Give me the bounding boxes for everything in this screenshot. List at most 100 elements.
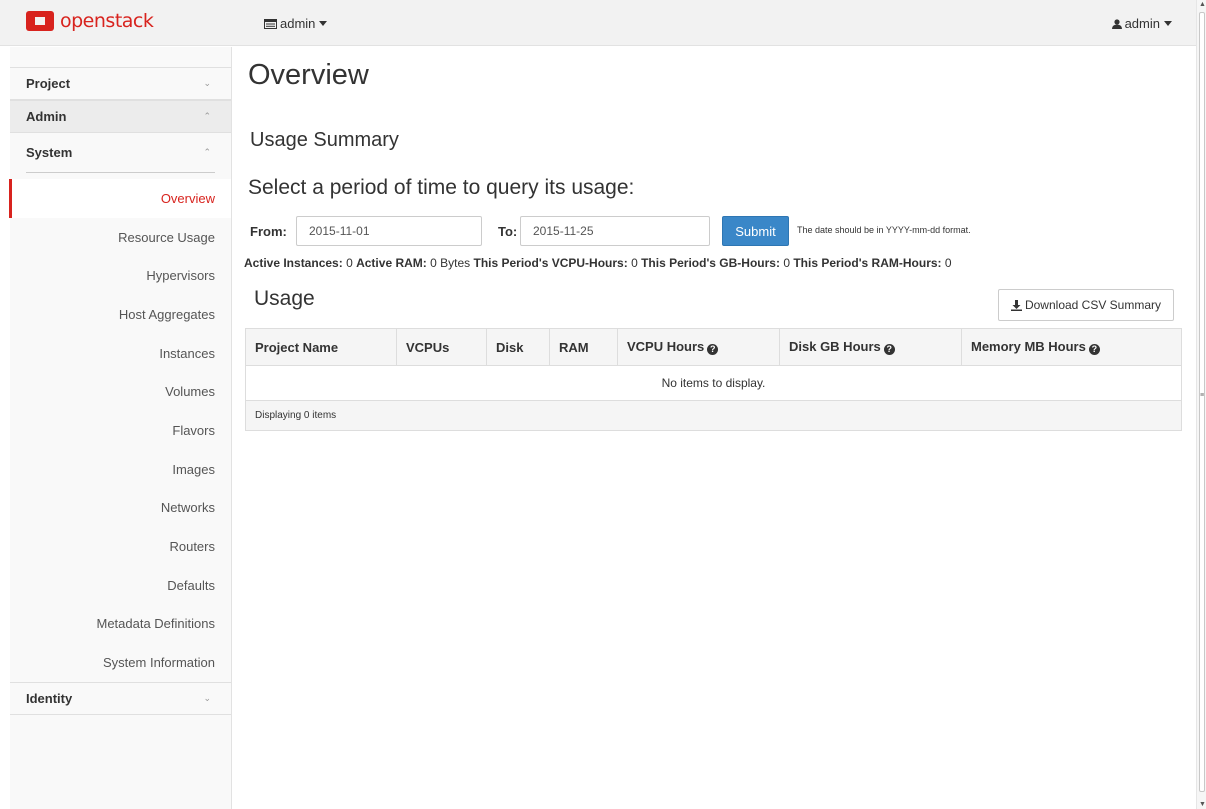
user-icon: [1111, 18, 1122, 29]
caret-down-icon: [1164, 21, 1172, 26]
openstack-logo-icon: [26, 11, 54, 31]
caret-down-icon: [319, 21, 328, 26]
sidebar-item-flavors[interactable]: Flavors: [10, 411, 231, 450]
ram-hours-label: This Period's RAM-Hours:: [793, 256, 942, 270]
to-label: To:: [498, 224, 518, 239]
ram-hours-value: 0: [944, 256, 952, 270]
from-label: From:: [250, 224, 287, 239]
sidebar-item-label: Hypervisors: [146, 268, 215, 284]
user-menu[interactable]: admin: [1111, 16, 1172, 31]
to-date-input[interactable]: [520, 216, 710, 246]
question-circle-icon[interactable]: ?: [707, 344, 719, 355]
chevron-down-icon: ⌄: [203, 692, 211, 703]
project-switcher-label: admin: [280, 16, 316, 31]
table-footer-count: Displaying 0 items: [245, 400, 1182, 431]
sidebar-item-label: Defaults: [167, 577, 215, 593]
gb-hours-value: 0: [783, 256, 790, 270]
top-navbar: openstack admin admin: [0, 0, 1196, 46]
list-icon: [264, 18, 277, 29]
scrollbar-thumb[interactable]: [1199, 12, 1205, 792]
column-header-project-name[interactable]: Project Name: [245, 328, 397, 366]
chevron-down-icon: ⌄: [203, 78, 211, 88]
sidebar-section-project[interactable]: Project ⌄: [10, 67, 231, 100]
column-header-label: Disk: [496, 339, 524, 355]
sidebar-section-label: Project: [26, 76, 71, 91]
chevron-up-icon: ⌃: [203, 147, 211, 157]
sidebar-item-volumes[interactable]: Volumes: [10, 372, 231, 411]
sidebar-item-label: Instances: [159, 345, 215, 361]
sidebar-item-routers[interactable]: Routers: [10, 527, 231, 566]
column-header-ram[interactable]: RAM: [549, 328, 618, 366]
openstack-logo[interactable]: openstack: [26, 10, 154, 32]
table-header-row: Project Name VCPUs Disk RAM VCPU Hours? …: [245, 328, 1182, 366]
sidebar-item-label: Flavors: [172, 422, 215, 438]
column-header-label: VCPUs: [406, 339, 450, 355]
usage-summary-heading: Usage Summary: [250, 129, 399, 151]
brand-name: openstack: [60, 10, 154, 32]
scroll-grip-icon: ≡: [1200, 392, 1205, 399]
sidebar-item-defaults[interactable]: Defaults: [10, 566, 231, 605]
download-csv-button[interactable]: Download CSV Summary: [998, 289, 1174, 321]
active-instances-value: 0: [346, 256, 353, 270]
sidebar-section-label: Identity: [26, 690, 73, 706]
sidebar: Project ⌄ Admin ⌃ System ⌃ Overview Reso…: [9, 47, 232, 809]
sidebar-item-networks[interactable]: Networks: [10, 489, 231, 528]
from-date-input[interactable]: [296, 216, 482, 246]
sidebar-item-label: Routers: [169, 539, 215, 555]
sidebar-item-label: Networks: [160, 500, 215, 516]
column-header-disk[interactable]: Disk: [486, 328, 550, 366]
question-circle-icon[interactable]: ?: [883, 344, 895, 355]
table-footer-row: Displaying 0 items: [245, 400, 1182, 431]
usage-heading: Usage: [254, 287, 315, 310]
usage-stats: Active Instances: 0 Active RAM: 0 Bytes …: [244, 256, 952, 270]
period-heading: Select a period of time to query its usa…: [248, 176, 635, 199]
sidebar-item-metadata-definitions[interactable]: Metadata Definitions: [10, 605, 231, 644]
column-header-label: RAM: [559, 339, 589, 355]
sidebar-item-resource-usage[interactable]: Resource Usage: [10, 218, 231, 257]
scroll-up-arrow-icon[interactable]: ▲: [1199, 1, 1206, 8]
sidebar-section-identity[interactable]: Identity ⌄: [10, 681, 231, 715]
sidebar-section-system[interactable]: System ⌃: [10, 132, 231, 172]
column-header-label: Project Name: [255, 339, 339, 355]
sidebar-item-overview[interactable]: Overview: [9, 179, 231, 218]
sidebar-item-instances[interactable]: Instances: [10, 334, 231, 373]
page-title: Overview: [248, 59, 369, 91]
column-header-label: Memory MB Hours: [971, 339, 1086, 354]
sidebar-section-label: Admin: [26, 109, 67, 124]
sidebar-item-label: Overview: [160, 190, 215, 206]
sidebar-section-admin[interactable]: Admin ⌃: [10, 100, 231, 132]
sidebar-section-label: System: [26, 145, 73, 160]
column-header-label: VCPU Hours: [627, 339, 705, 354]
vcpu-hours-label: This Period's VCPU-Hours:: [473, 256, 628, 270]
sidebar-item-system-information[interactable]: System Information: [10, 643, 231, 682]
active-ram-value: 0 Bytes: [430, 256, 471, 270]
sidebar-item-images[interactable]: Images: [10, 450, 231, 489]
date-format-hint: The date should be in YYYY-mm-dd format.: [797, 225, 971, 235]
project-switcher[interactable]: admin: [264, 16, 328, 31]
chevron-up-icon: ⌃: [203, 111, 211, 121]
sidebar-item-host-aggregates[interactable]: Host Aggregates: [10, 295, 231, 334]
column-header-vcpus[interactable]: VCPUs: [396, 328, 487, 366]
empty-message: No items to display.: [245, 365, 1182, 401]
table-empty-row: No items to display.: [245, 365, 1182, 401]
sidebar-item-label: Metadata Definitions: [96, 616, 215, 632]
submit-button[interactable]: Submit: [722, 216, 789, 246]
active-instances-label: Active Instances:: [244, 256, 343, 270]
gb-hours-label: This Period's GB-Hours:: [641, 256, 780, 270]
usage-table: Project Name VCPUs Disk RAM VCPU Hours? …: [245, 328, 1182, 431]
column-header-vcpu-hours[interactable]: VCPU Hours?: [617, 328, 780, 366]
column-header-label: Disk GB Hours: [789, 339, 881, 354]
page-scrollbar[interactable]: ▲ ≡ ▼: [1196, 0, 1206, 809]
download-csv-label: Download CSV Summary: [1024, 298, 1162, 312]
column-header-disk-gb-hours[interactable]: Disk GB Hours?: [779, 328, 962, 366]
scroll-down-arrow-icon[interactable]: ▼: [1199, 801, 1206, 808]
sidebar-item-label: System Information: [103, 655, 215, 671]
sidebar-divider: [26, 172, 215, 173]
sidebar-item-hypervisors[interactable]: Hypervisors: [10, 256, 231, 295]
sidebar-item-label: Images: [172, 461, 215, 477]
question-circle-icon[interactable]: ?: [1088, 344, 1100, 355]
download-icon: [1010, 299, 1022, 311]
sidebar-item-label: Volumes: [165, 384, 215, 400]
active-ram-label: Active RAM:: [356, 256, 427, 270]
column-header-memory-mb-hours[interactable]: Memory MB Hours?: [961, 328, 1182, 366]
